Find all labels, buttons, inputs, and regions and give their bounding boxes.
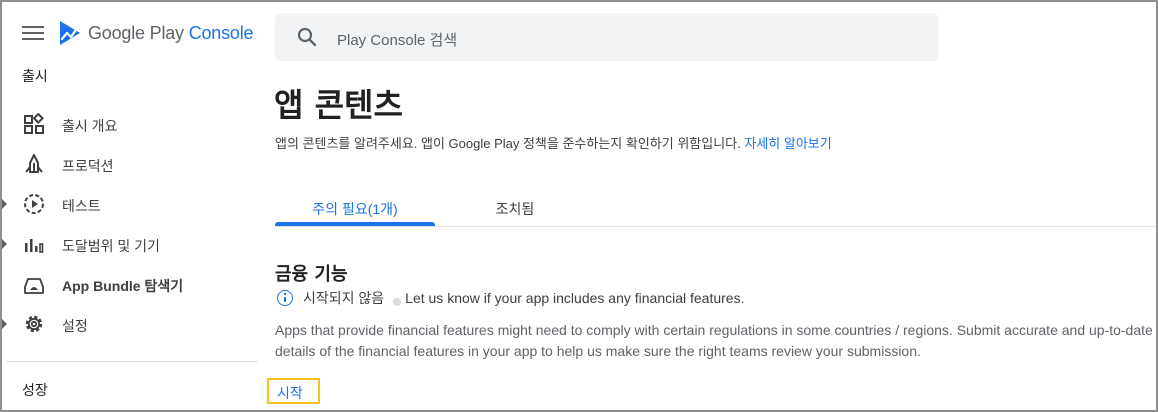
tab-action-required[interactable]: 주의 필요(1개)	[275, 190, 435, 226]
sidebar-section-growth[interactable]: 성장	[22, 380, 48, 400]
sidebar-item-label: 프로덕션	[62, 158, 114, 174]
search-placeholder: Play Console 검색	[337, 32, 458, 49]
learn-more-link[interactable]: 자세히 알아보기	[744, 136, 831, 151]
expand-arrow-icon[interactable]	[2, 319, 7, 329]
expand-arrow-icon[interactable]	[2, 199, 7, 209]
status-row: 시작되지 않음 Let us know if your app includes…	[277, 288, 744, 308]
tab-actioned[interactable]: 조치됨	[435, 190, 595, 226]
android-bundle-icon	[24, 278, 44, 294]
play-console-logo-icon	[60, 21, 80, 45]
status-note: Let us know if your app includes any fin…	[405, 290, 745, 306]
start-button[interactable]: 시작	[267, 378, 320, 404]
bar-chart-icon	[25, 239, 44, 253]
sidebar-item-label: 출시 개요	[62, 118, 118, 134]
status-dot-icon	[393, 298, 402, 306]
info-icon	[277, 290, 293, 306]
sidebar-item-app-bundle-explorer[interactable]: App Bundle 탐색기	[2, 264, 260, 304]
window-frame: Google Play Console 출시 출시 개요 프로덕션 테스트 도달…	[0, 0, 1158, 412]
gear-icon	[25, 315, 43, 333]
status-text: 시작되지 않음	[303, 290, 385, 306]
sidebar-divider	[6, 361, 258, 362]
sidebar-section-release: 출시	[22, 68, 48, 84]
dashboard-icon	[24, 113, 44, 134]
logo-text-console: Console	[188, 22, 254, 43]
tabs-divider	[275, 226, 1156, 227]
sidebar: Google Play Console 출시 출시 개요 프로덕션 테스트 도달…	[2, 2, 260, 410]
logo[interactable]: Google Play Console	[58, 20, 254, 46]
logo-text: Google Play Console	[88, 22, 254, 44]
page-description-text: 앱의 콘텐츠를 알려주세요. 앱이 Google Play 정책을 준수하는지 …	[275, 136, 741, 151]
sidebar-item-release-overview[interactable]: 출시 개요	[2, 104, 260, 144]
section-body-text: Apps that provide financial features mig…	[275, 322, 1153, 359]
page-description: 앱의 콘텐츠를 알려주세요. 앱이 Google Play 정책을 준수하는지 …	[275, 133, 832, 152]
sidebar-item-test[interactable]: 테스트	[2, 184, 260, 224]
search-input[interactable]: Play Console 검색	[275, 13, 939, 61]
expand-arrow-icon[interactable]	[2, 239, 7, 249]
production-icon	[25, 154, 43, 173]
sidebar-item-reach-devices[interactable]: 도달범위 및 기기	[2, 224, 260, 264]
sidebar-item-label: App Bundle 탐색기	[62, 278, 184, 294]
section-title-financial-features: 금융 기능	[275, 264, 348, 285]
sidebar-item-label: 도달범위 및 기기	[62, 238, 160, 254]
logo-text-google-play: Google Play	[88, 22, 184, 43]
page-title: 앱 콘텐츠	[274, 86, 403, 124]
sidebar-item-label: 테스트	[62, 198, 101, 214]
search-icon	[297, 27, 317, 47]
sidebar-item-production[interactable]: 프로덕션	[2, 144, 260, 184]
hamburger-menu-icon[interactable]	[22, 26, 44, 44]
play-circle-icon	[24, 194, 44, 214]
sidebar-item-label: 설정	[62, 318, 88, 334]
sidebar-item-settings[interactable]: 설정	[2, 304, 260, 344]
